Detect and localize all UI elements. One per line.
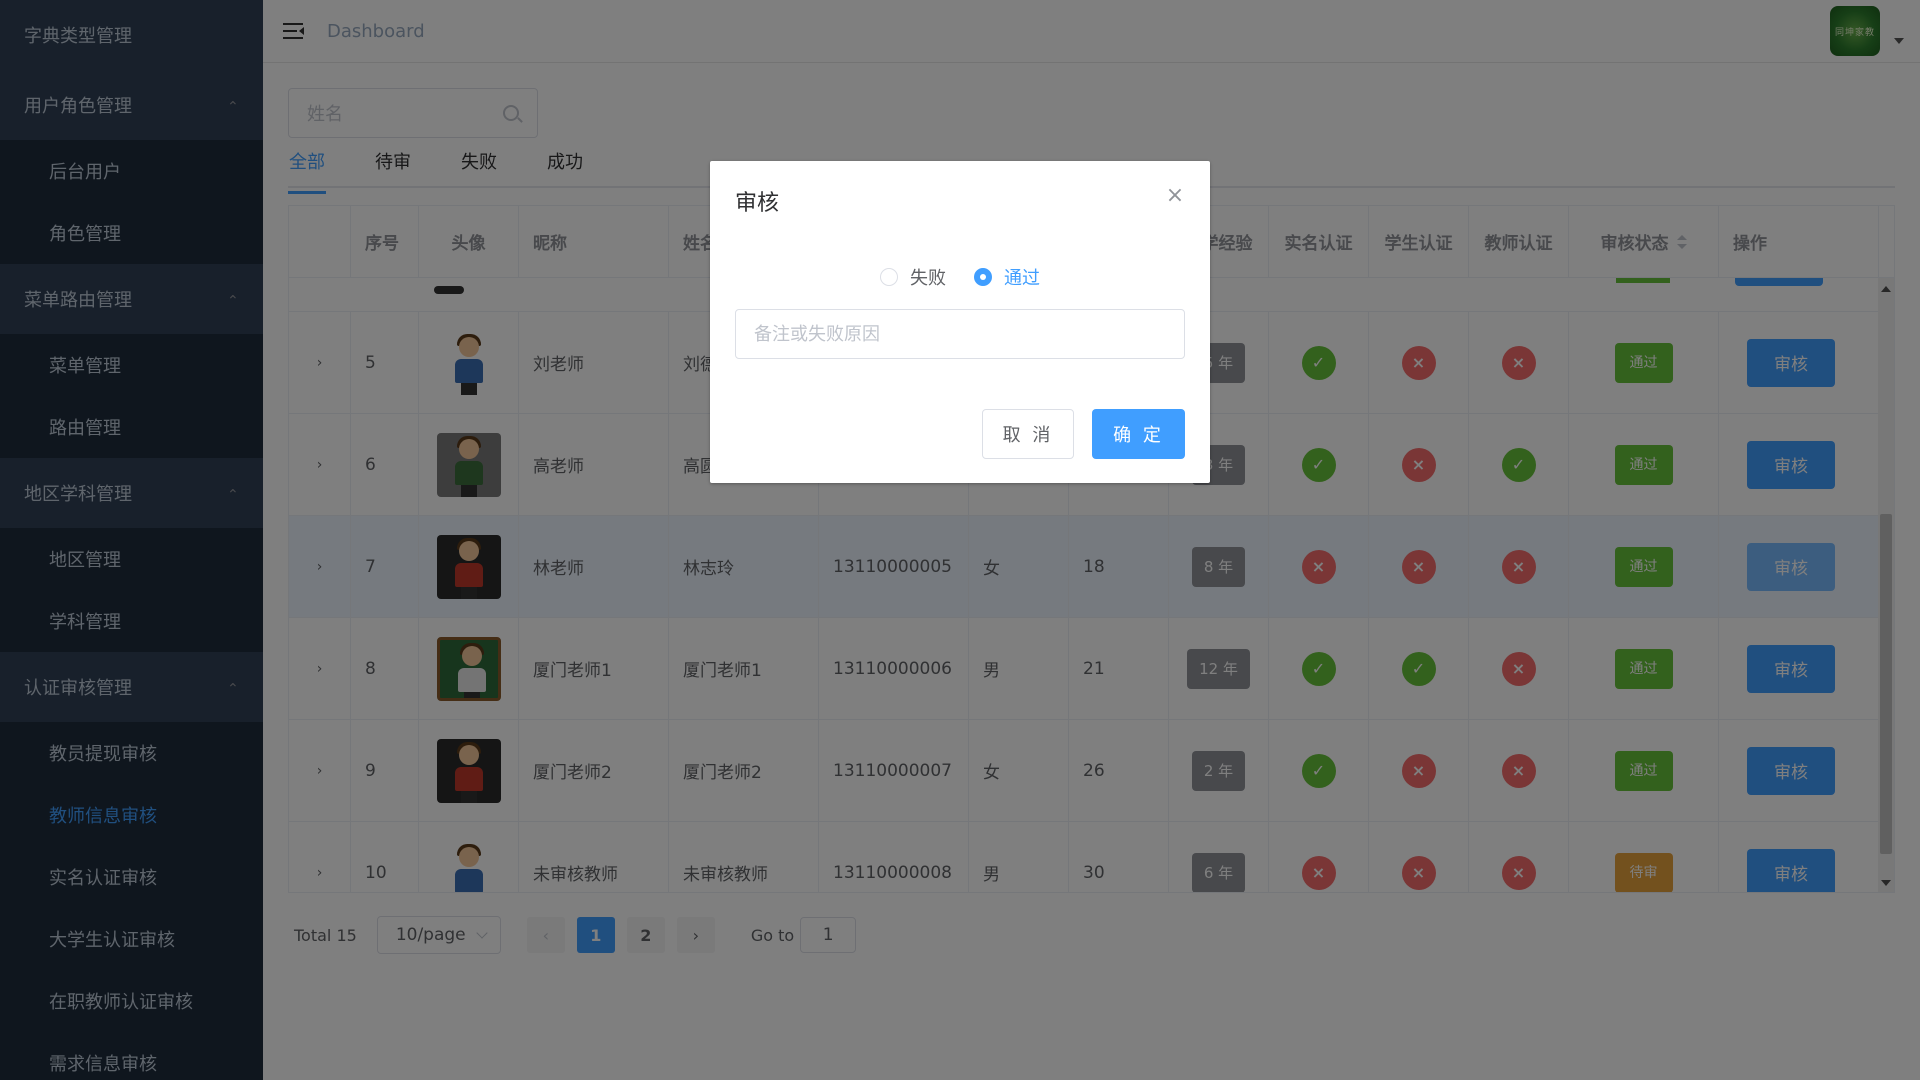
remark-field[interactable]	[735, 309, 1185, 359]
radio-dot-icon[interactable]	[880, 268, 898, 286]
radio-option-0[interactable]: 失败	[880, 264, 946, 290]
audit-dialog: 审核 × 失败 通过 取 消 确 定	[710, 161, 1210, 483]
confirm-button[interactable]: 确 定	[1092, 409, 1185, 459]
radio-label: 失败	[910, 268, 946, 289]
cancel-button[interactable]: 取 消	[982, 409, 1074, 459]
radio-option-1[interactable]: 通过	[974, 264, 1040, 290]
dialog-title: 审核	[735, 191, 780, 216]
radio-dot-icon[interactable]	[974, 268, 992, 286]
remark-input[interactable]	[754, 323, 1184, 345]
radio-label: 通过	[1004, 268, 1040, 289]
audit-result-radios: 失败 通过	[710, 264, 1210, 290]
close-icon[interactable]: ×	[1165, 185, 1185, 207]
